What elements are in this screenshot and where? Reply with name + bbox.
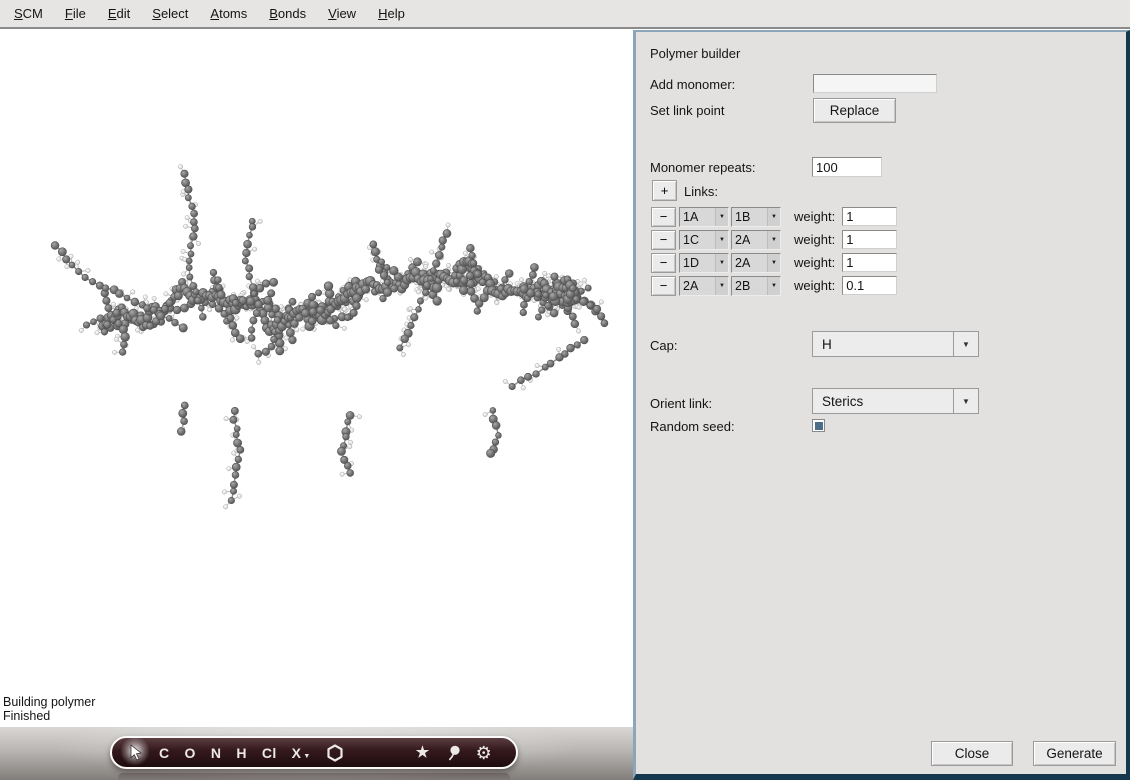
balloon-icon <box>445 745 461 761</box>
remove-link-button[interactable]: − <box>651 230 676 250</box>
toolbar-reflection <box>118 773 510 780</box>
chevron-down-icon: ▼ <box>953 389 978 413</box>
weight-input[interactable] <box>842 276 897 295</box>
link-row-3: −1D▼2A▼weight: <box>651 252 897 273</box>
orient-link-value: Sterics <box>813 394 953 409</box>
menu-help[interactable]: Help <box>370 3 413 24</box>
link-from-select[interactable]: 1A▼ <box>679 207 729 227</box>
weight-input[interactable] <box>842 230 897 249</box>
element-c-tool[interactable]: C <box>159 746 170 760</box>
links-list: −1A▼1B▼weight:−1C▼2A▼weight:−1D▼2A▼weigh… <box>651 206 897 298</box>
element-cl-tool[interactable]: Cl <box>262 746 277 760</box>
random-seed-label: Random seed: <box>650 419 735 434</box>
cap-value: H <box>813 337 953 352</box>
panel-title: Polymer builder <box>650 46 740 61</box>
element-o-tool[interactable]: O <box>185 746 196 760</box>
weight-label: weight: <box>794 278 835 293</box>
link-value: 2B <box>732 279 767 293</box>
element-n-tool[interactable]: N <box>211 746 222 760</box>
chevron-down-icon: ▼ <box>715 231 728 249</box>
monomer-repeats-input[interactable] <box>812 157 882 177</box>
link-value: 2A <box>732 256 767 270</box>
orient-link-label: Orient link: <box>650 396 712 411</box>
chevron-down-icon: ▼ <box>767 277 780 295</box>
link-to-select[interactable]: 2B▼ <box>731 276 781 296</box>
hexagon-ring-icon <box>326 744 344 762</box>
menu-atoms[interactable]: Atoms <box>202 3 255 24</box>
link-to-select[interactable]: 2A▼ <box>731 230 781 250</box>
chevron-down-icon: ▼ <box>715 277 728 295</box>
menu-select[interactable]: Select <box>144 3 196 24</box>
menubar: SCM File Edit Select Atoms Bonds View Help <box>0 0 1130 29</box>
weight-label: weight: <box>794 232 835 247</box>
status-text: Building polymer Finished <box>3 696 95 723</box>
cursor-arrow-icon <box>128 744 144 761</box>
menu-file[interactable]: File <box>57 3 94 24</box>
menu-view[interactable]: View <box>320 3 364 24</box>
add-monomer-label: Add monomer: <box>650 77 735 92</box>
link-value: 2A <box>680 279 715 293</box>
menu-bonds[interactable]: Bonds <box>261 3 314 24</box>
chevron-down-icon: ▼ <box>715 254 728 272</box>
link-to-select[interactable]: 1B▼ <box>731 207 781 227</box>
set-link-point-label: Set link point <box>650 103 724 118</box>
orient-link-select[interactable]: Sterics ▼ <box>812 388 979 414</box>
close-button[interactable]: Close <box>931 741 1013 766</box>
weight-input[interactable] <box>842 253 897 272</box>
chevron-down-icon: ▼ <box>767 231 780 249</box>
cap-select[interactable]: H ▼ <box>812 331 979 357</box>
menu-edit[interactable]: Edit <box>100 3 138 24</box>
add-link-button[interactable]: + <box>652 180 677 201</box>
molecule-viewport[interactable]: Building polymer Finished <box>0 29 633 727</box>
status-line-1: Building polymer <box>3 696 95 710</box>
chevron-down-icon: ▼ <box>953 332 978 356</box>
replace-button[interactable]: Replace <box>813 98 896 123</box>
chevron-down-icon: ▼ <box>715 208 728 226</box>
weight-label: weight: <box>794 255 835 270</box>
add-monomer-input[interactable] <box>813 74 937 93</box>
pointer-tool[interactable] <box>128 744 144 761</box>
polymer-molecule-render <box>0 29 633 727</box>
status-line-2: Finished <box>3 710 95 724</box>
chevron-down-icon: ▼ <box>767 254 780 272</box>
link-value: 1C <box>680 233 715 247</box>
link-value: 1D <box>680 256 715 270</box>
star-icon: ★ <box>416 745 430 760</box>
link-to-select[interactable]: 2A▼ <box>731 253 781 273</box>
ring-tool[interactable] <box>326 744 344 762</box>
settings-tool[interactable]: ⚙ <box>476 744 493 762</box>
weight-label: weight: <box>794 209 835 224</box>
toolbar-dock: C O NH Cl X▼ ★ ⚙ <box>0 727 633 780</box>
link-from-select[interactable]: 1D▼ <box>679 253 729 273</box>
link-row-4: −2A▼2B▼weight: <box>651 275 897 296</box>
link-value: 1A <box>680 210 715 224</box>
random-seed-checked-mark <box>815 422 823 430</box>
menu-scm[interactable]: SCM <box>6 3 51 24</box>
element-x-menu-tool[interactable]: X▼ <box>292 745 311 760</box>
weight-input[interactable] <box>842 207 897 226</box>
cap-label: Cap: <box>650 338 677 353</box>
element-h-tool[interactable]: H <box>236 746 247 760</box>
polymer-builder-panel: Polymer builder Add monomer: Set link po… <box>633 30 1130 780</box>
link-from-select[interactable]: 1C▼ <box>679 230 729 250</box>
favorites-tool[interactable]: ★ <box>416 745 430 760</box>
monomer-repeats-label: Monomer repeats: <box>650 160 756 175</box>
link-value: 1B <box>732 210 767 224</box>
gear-icon: ⚙ <box>476 744 493 762</box>
random-seed-checkbox[interactable] <box>812 419 825 432</box>
generate-button[interactable]: Generate <box>1033 741 1116 766</box>
chevron-down-icon: ▼ <box>767 208 780 226</box>
link-row-1: −1A▼1B▼weight: <box>651 206 897 227</box>
balloon-tool[interactable] <box>445 745 461 761</box>
link-value: 2A <box>732 233 767 247</box>
link-from-select[interactable]: 2A▼ <box>679 276 729 296</box>
remove-link-button[interactable]: − <box>651 253 676 273</box>
remove-link-button[interactable]: − <box>651 207 676 227</box>
element-toolbar: C O NH Cl X▼ ★ ⚙ <box>110 736 518 769</box>
chevron-down-icon: ▼ <box>303 753 310 760</box>
link-row-2: −1C▼2A▼weight: <box>651 229 897 250</box>
app-window: { "menu": { "items": [ {"label":"SCM","m… <box>0 0 1130 780</box>
remove-link-button[interactable]: − <box>651 276 676 296</box>
links-label: Links: <box>684 184 718 199</box>
